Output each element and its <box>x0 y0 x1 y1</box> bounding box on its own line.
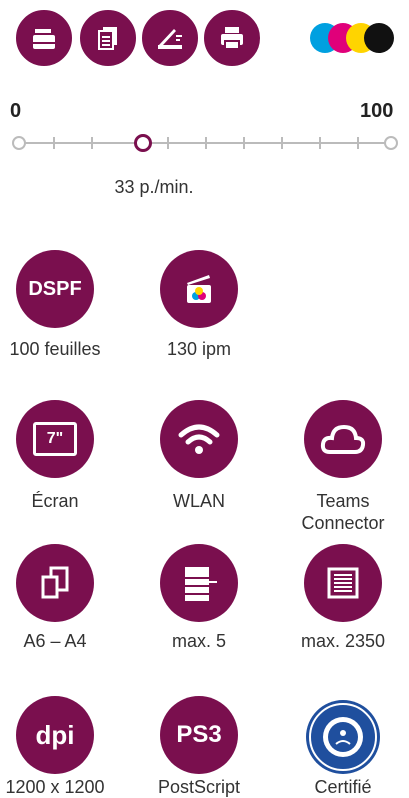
ink-black-dot <box>364 23 394 53</box>
dpi-icon-text: dpi <box>35 719 75 750</box>
scale-tick <box>281 137 283 149</box>
dspf-icon-text: DSPF <box>28 277 82 300</box>
scale-start-marker <box>12 136 26 150</box>
screen-size-text: 7" <box>46 430 64 447</box>
speed-label: 33 p./min. <box>114 177 194 197</box>
scale-tick <box>205 137 207 149</box>
screen-size-icon: 7" <box>16 400 94 478</box>
scale-tick <box>319 137 321 149</box>
scale-tick <box>167 137 169 149</box>
blauer-engel-ecolabel <box>306 700 380 774</box>
scale-tick <box>243 137 245 149</box>
color-scan-icon <box>160 250 238 328</box>
scale-min: 0 <box>10 100 22 122</box>
trays-label: max. 5 <box>171 631 227 651</box>
printer-icon <box>202 8 262 68</box>
postscript-icon: PS3 <box>160 696 238 774</box>
dspf-label: 100 feuilles <box>9 339 101 359</box>
scale-tick <box>91 137 93 149</box>
scale-tick <box>53 137 55 149</box>
document-stack-icon <box>78 8 138 68</box>
paper-size-label: A6 – A4 <box>23 631 87 651</box>
paper-capacity-icon <box>304 544 382 622</box>
copy-icon <box>14 8 74 68</box>
scanner-icon <box>140 8 200 68</box>
wifi-icon <box>160 400 238 478</box>
capacity-label: max. 2350 <box>300 631 386 651</box>
wlan-label: WLAN <box>172 491 225 511</box>
screen-label: Écran <box>31 491 79 511</box>
certified-label: Certifié <box>314 777 372 797</box>
scale-end-marker <box>384 136 398 150</box>
scale-max: 100 <box>360 100 394 122</box>
speed-indicator <box>134 134 152 152</box>
scale-tick <box>357 137 359 149</box>
teams-connector-label: Teams Connector <box>301 491 385 533</box>
postscript-label: PostScript <box>157 777 241 797</box>
cloud-icon <box>304 400 382 478</box>
resolution-label: 1200 x 1200 <box>5 777 105 797</box>
paper-size-icon <box>16 544 94 622</box>
postscript-icon-text: PS3 <box>176 721 222 748</box>
paper-trays-icon <box>160 544 238 622</box>
dspf-icon: DSPF <box>16 250 94 328</box>
ipm-label: 130 ipm <box>166 339 232 359</box>
dpi-icon: dpi <box>16 696 94 774</box>
